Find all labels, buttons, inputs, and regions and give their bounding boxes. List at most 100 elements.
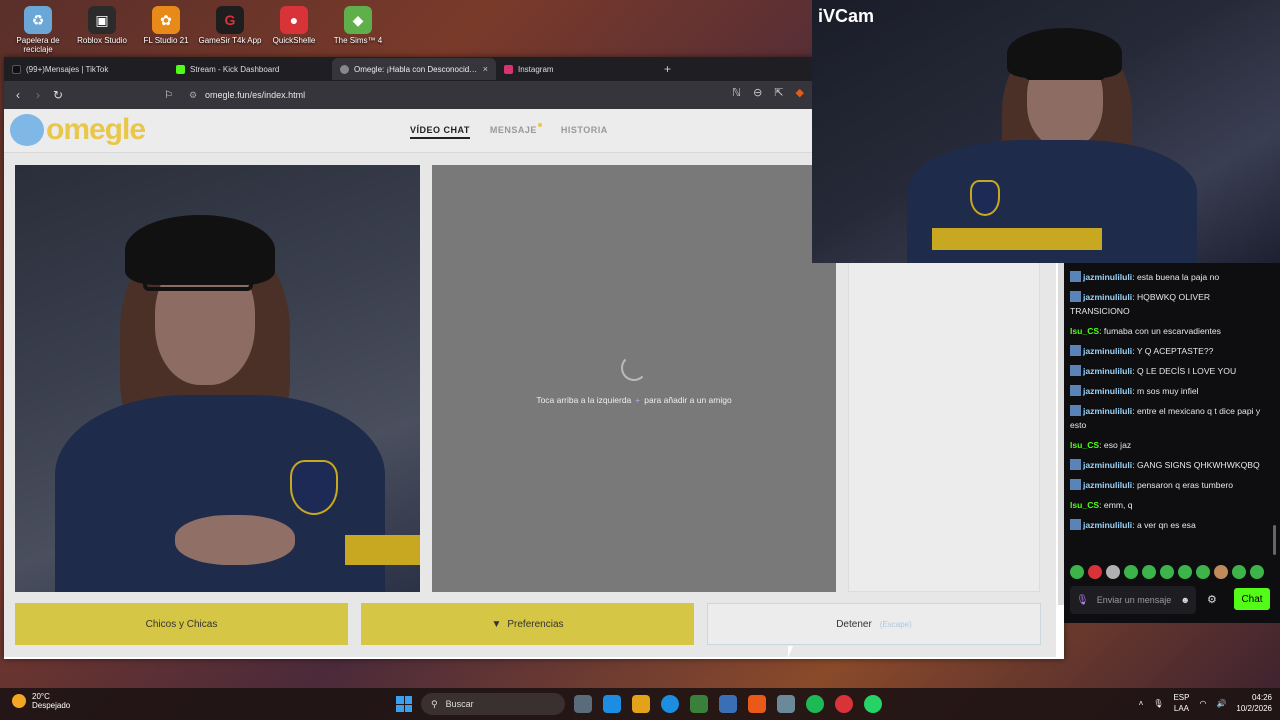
reload-icon[interactable]: ↻ [48, 88, 68, 102]
chat-username[interactable]: jazminuliluli [1083, 520, 1132, 530]
chat-username[interactable]: jazminuliluli [1083, 292, 1132, 302]
tab-omegle[interactable]: Omegle: ¡Habla con Desconocidos! × [332, 58, 496, 80]
person-glasses [1024, 58, 1106, 80]
new-tab-button[interactable]: + [664, 62, 671, 76]
emote-icon[interactable] [1178, 565, 1192, 579]
site-info-icon[interactable]: ⚙ [189, 90, 197, 101]
desktop-icon-label: FL Studio 21 [143, 36, 189, 45]
clock-date: 10/2/2026 [1236, 704, 1272, 713]
spotify-icon[interactable] [806, 695, 824, 713]
emote-icon[interactable] [1142, 565, 1156, 579]
weather-widget[interactable]: 20°C Despejado [12, 692, 70, 710]
chat-username[interactable]: jazminuliluli [1083, 272, 1132, 282]
chat-send-button[interactable]: Chat [1234, 588, 1270, 610]
clock[interactable]: 04:26 10/2/2026 [1236, 692, 1272, 714]
share-icon[interactable]: ⇱ [774, 86, 783, 99]
chat-scrollbar[interactable] [1273, 525, 1276, 555]
chat-message: Isu_CS: emm, q [1070, 500, 1133, 510]
gear-icon[interactable]: ⚙ [1207, 593, 1217, 606]
chat-username[interactable]: jazminuliluli [1083, 406, 1132, 416]
close-tab-icon[interactable]: × [483, 64, 488, 74]
chat-username[interactable]: jazminuliluli [1083, 480, 1132, 490]
sub-badge-icon [1070, 365, 1081, 376]
store-icon[interactable] [690, 695, 708, 713]
chat-message: jazminuliluli: Q LE DECÍS I LOVE YOU [1064, 364, 1272, 378]
chat-username[interactable]: jazminuliluli [1083, 346, 1132, 356]
stop-shortcut-hint: (Escape) [879, 619, 912, 629]
nav-message[interactable]: MENSAJE [490, 123, 542, 139]
volume-icon[interactable]: 🔊 [1216, 699, 1226, 708]
emote-icon[interactable] [1214, 565, 1228, 579]
nav-history[interactable]: HISTORIA [561, 125, 608, 139]
emote-icon[interactable] [1160, 565, 1174, 579]
emote-icon[interactable] [1124, 565, 1138, 579]
taskbar: 20°C Despejado ⚲ Buscar ˄ 🎙 ESP LAA ◠ 🔊 … [0, 688, 1280, 720]
ivcam-window: iVCam [812, 0, 1280, 263]
chat-username[interactable]: jazminuliluli [1083, 366, 1132, 376]
chat-username[interactable]: jazminuliluli [1083, 386, 1132, 396]
language-indicator[interactable]: ESP LAA [1173, 692, 1189, 714]
taskbar-search[interactable]: ⚲ Buscar [421, 693, 565, 715]
forward-icon[interactable]: › [28, 88, 48, 102]
sub-badge-icon [1070, 405, 1081, 416]
chat-username[interactable]: jazminuliluli [1083, 460, 1132, 470]
site-nav: VÍDEO CHAT MENSAJE HISTORIA [410, 123, 608, 139]
tab-kick-dashboard[interactable]: Stream - Kick Dashboard [168, 58, 332, 80]
emoji-icon[interactable]: ☻ [1181, 595, 1190, 605]
chat-text: m sos muy infiel [1136, 386, 1199, 396]
task-view-icon[interactable] [574, 695, 592, 713]
widgets-icon[interactable] [603, 695, 621, 713]
ivcam-icon[interactable] [777, 695, 795, 713]
emote-icon[interactable] [1232, 565, 1246, 579]
whatsapp-icon[interactable] [864, 695, 882, 713]
desktop-icon-gamesir[interactable]: G GameSir T4k App [198, 4, 262, 55]
chat-username[interactable]: Isu_CS [1070, 326, 1099, 336]
mail-icon[interactable] [719, 695, 737, 713]
edge-icon[interactable] [661, 695, 679, 713]
reader-icon[interactable]: ℕ [732, 86, 741, 99]
microphone-tray-icon[interactable]: 🎙 [1153, 699, 1163, 708]
tab-tiktok[interactable]: (99+)Mensajes | TikTok [4, 58, 168, 80]
emote-icon[interactable] [1070, 565, 1084, 579]
chat-messages: jazminuliluli: esta buena la paja no jaz… [1064, 270, 1272, 538]
preferences-label: Preferencias [507, 618, 564, 630]
omegle-logo[interactable]: omegle [10, 113, 146, 147]
chat-text: pensaron q eras tumbero [1136, 480, 1233, 490]
nav-video-chat[interactable]: VÍDEO CHAT [410, 125, 470, 139]
desktop-icon-sims4[interactable]: ◆ The Sims™ 4 [326, 4, 390, 55]
plus-icon: + [635, 395, 641, 405]
chat-text: GANG SIGNS QHKWHWKQBQ [1136, 460, 1260, 470]
emote-icon[interactable] [1196, 565, 1210, 579]
chat-message: jazminuliluli: a ver qn es esa [1064, 518, 1272, 532]
preferences-button[interactable]: ▼ Preferencias [361, 603, 694, 645]
desktop-icon-roblox-studio[interactable]: ▣ Roblox Studio [70, 4, 134, 55]
back-icon[interactable]: ‹ [8, 88, 28, 102]
weather-sun-icon [12, 694, 26, 708]
windows-start-icon[interactable] [396, 696, 412, 712]
brave-icon[interactable] [748, 695, 766, 713]
url-text[interactable]: omegle.fun/es/index.html [205, 90, 305, 100]
zoom-icon[interactable]: ⊖ [753, 86, 762, 99]
emote-icon[interactable] [1250, 565, 1264, 579]
address-bar[interactable]: ⚐ ⚙ omegle.fun/es/index.html [164, 85, 804, 105]
quickshelle-taskbar-icon[interactable] [835, 695, 853, 713]
chat-username[interactable]: Isu_CS [1070, 440, 1099, 450]
desktop-icon-fl-studio[interactable]: ✿ FL Studio 21 [134, 4, 198, 55]
stop-button[interactable]: Detener (Escape) [707, 603, 1041, 645]
desktop-icon-recycle-bin[interactable]: ♻ Papelera de reciclaje [6, 4, 70, 55]
chat-message: jazminuliluli: Y Q ACEPTASTE?? [1064, 344, 1272, 358]
microphone-icon[interactable]: 🎙 [1076, 595, 1089, 606]
weather-temp: 20°C [32, 692, 50, 701]
wifi-icon[interactable]: ◠ [1199, 699, 1206, 708]
chat-username[interactable]: Isu_CS [1070, 500, 1099, 510]
desktop-icon-quickshelle[interactable]: ● QuickShelle [262, 4, 326, 55]
brave-shield-icon[interactable]: ◆ [796, 86, 804, 99]
gender-filter-button[interactable]: Chicos y Chicas [15, 603, 348, 645]
chevron-up-icon[interactable]: ˄ [1139, 699, 1144, 708]
emote-icon[interactable] [1088, 565, 1102, 579]
file-explorer-icon[interactable] [632, 695, 650, 713]
bookmark-icon[interactable]: ⚐ [164, 90, 173, 101]
tab-instagram[interactable]: Instagram [496, 58, 660, 80]
emote-icon[interactable] [1106, 565, 1120, 579]
chat-input[interactable]: 🎙 Enviar un mensaje ☻ [1070, 586, 1196, 614]
